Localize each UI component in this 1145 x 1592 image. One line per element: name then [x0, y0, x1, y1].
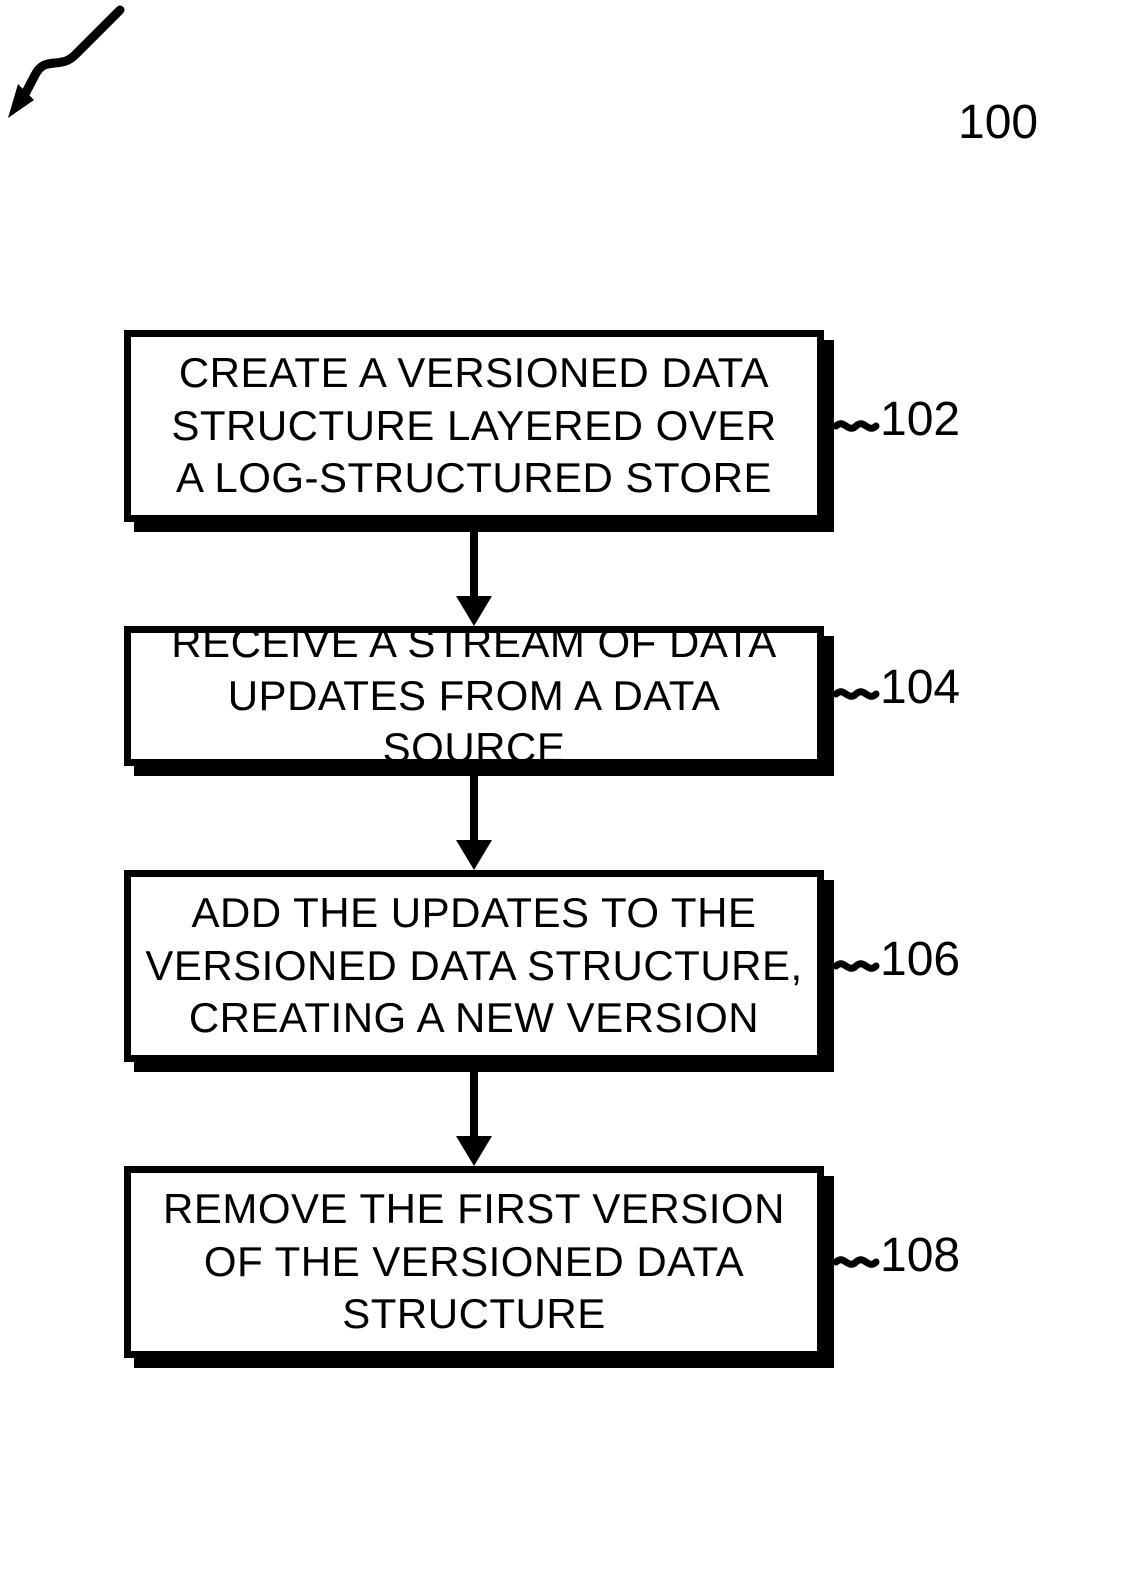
arrow-2-to-3-shaft [470, 776, 478, 842]
step-106-text: ADD THE UPDATES TO THE VERSIONED DATA ST… [145, 887, 802, 1045]
step-108-text: REMOVE THE FIRST VERSION OF THE VERSIONE… [163, 1183, 785, 1341]
arrow-3-to-4-shaft [470, 1072, 478, 1138]
step-106-box: ADD THE UPDATES TO THE VERSIONED DATA ST… [124, 870, 824, 1062]
step-104-text: RECEIVE A STREAM OF DATA UPDATES FROM A … [145, 617, 803, 775]
title-arrow-icon [0, 0, 140, 130]
flowchart-canvas: 100 CREATE A VERSIONED DATA STRUCTURE LA… [0, 0, 1145, 1592]
step-102-ref: 102 [880, 392, 960, 447]
lead-line-108-icon [834, 1248, 878, 1276]
lead-line-104-icon [834, 680, 878, 708]
step-104-ref: 104 [880, 660, 960, 715]
step-102-box: CREATE A VERSIONED DATA STRUCTURE LAYERE… [124, 330, 824, 522]
step-104-box: RECEIVE A STREAM OF DATA UPDATES FROM A … [124, 626, 824, 766]
step-102-text: CREATE A VERSIONED DATA STRUCTURE LAYERE… [171, 347, 776, 505]
lead-line-102-icon [834, 412, 878, 440]
arrow-3-to-4-head-icon [456, 1136, 492, 1166]
step-108-box: REMOVE THE FIRST VERSION OF THE VERSIONE… [124, 1166, 824, 1358]
figure-ref-100: 100 [958, 95, 1038, 150]
arrow-2-to-3-head-icon [456, 840, 492, 870]
arrow-1-to-2-shaft [470, 532, 478, 598]
step-106-ref: 106 [880, 932, 960, 987]
lead-line-106-icon [834, 952, 878, 980]
step-108-ref: 108 [880, 1228, 960, 1283]
